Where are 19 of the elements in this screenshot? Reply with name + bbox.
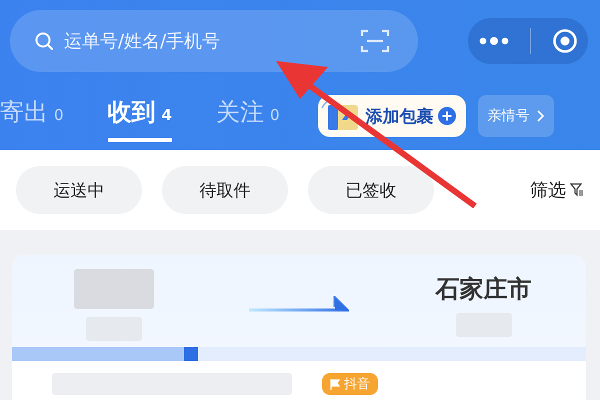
parcel-card[interactable]: 石家庄市 抖音 bbox=[12, 255, 586, 400]
chevron-right-icon bbox=[536, 110, 544, 122]
flag-icon bbox=[330, 378, 340, 390]
search-bar[interactable]: 运单号/姓名/手机号 bbox=[10, 10, 418, 72]
source-tag: 抖音 bbox=[322, 373, 378, 395]
filter-chip[interactable]: 已签收 bbox=[308, 166, 434, 214]
filter-chip[interactable]: 运送中 bbox=[16, 166, 142, 214]
scan-icon[interactable] bbox=[360, 28, 390, 54]
search-field[interactable]: 运单号/姓名/手机号 bbox=[62, 30, 352, 52]
search-icon bbox=[34, 31, 54, 51]
more-icon[interactable] bbox=[478, 36, 508, 46]
plus-icon bbox=[438, 107, 456, 125]
route-arrow-icon bbox=[248, 296, 349, 314]
tab[interactable]: 收到 4 bbox=[108, 90, 172, 142]
filter-button[interactable]: 筛选 bbox=[530, 178, 584, 202]
add-parcel-button[interactable]: 添加包裹 bbox=[318, 95, 466, 137]
destination-city: 石家庄市 bbox=[436, 274, 532, 305]
funnel-icon bbox=[570, 183, 584, 197]
filter-chip[interactable]: 待取件 bbox=[162, 166, 288, 214]
